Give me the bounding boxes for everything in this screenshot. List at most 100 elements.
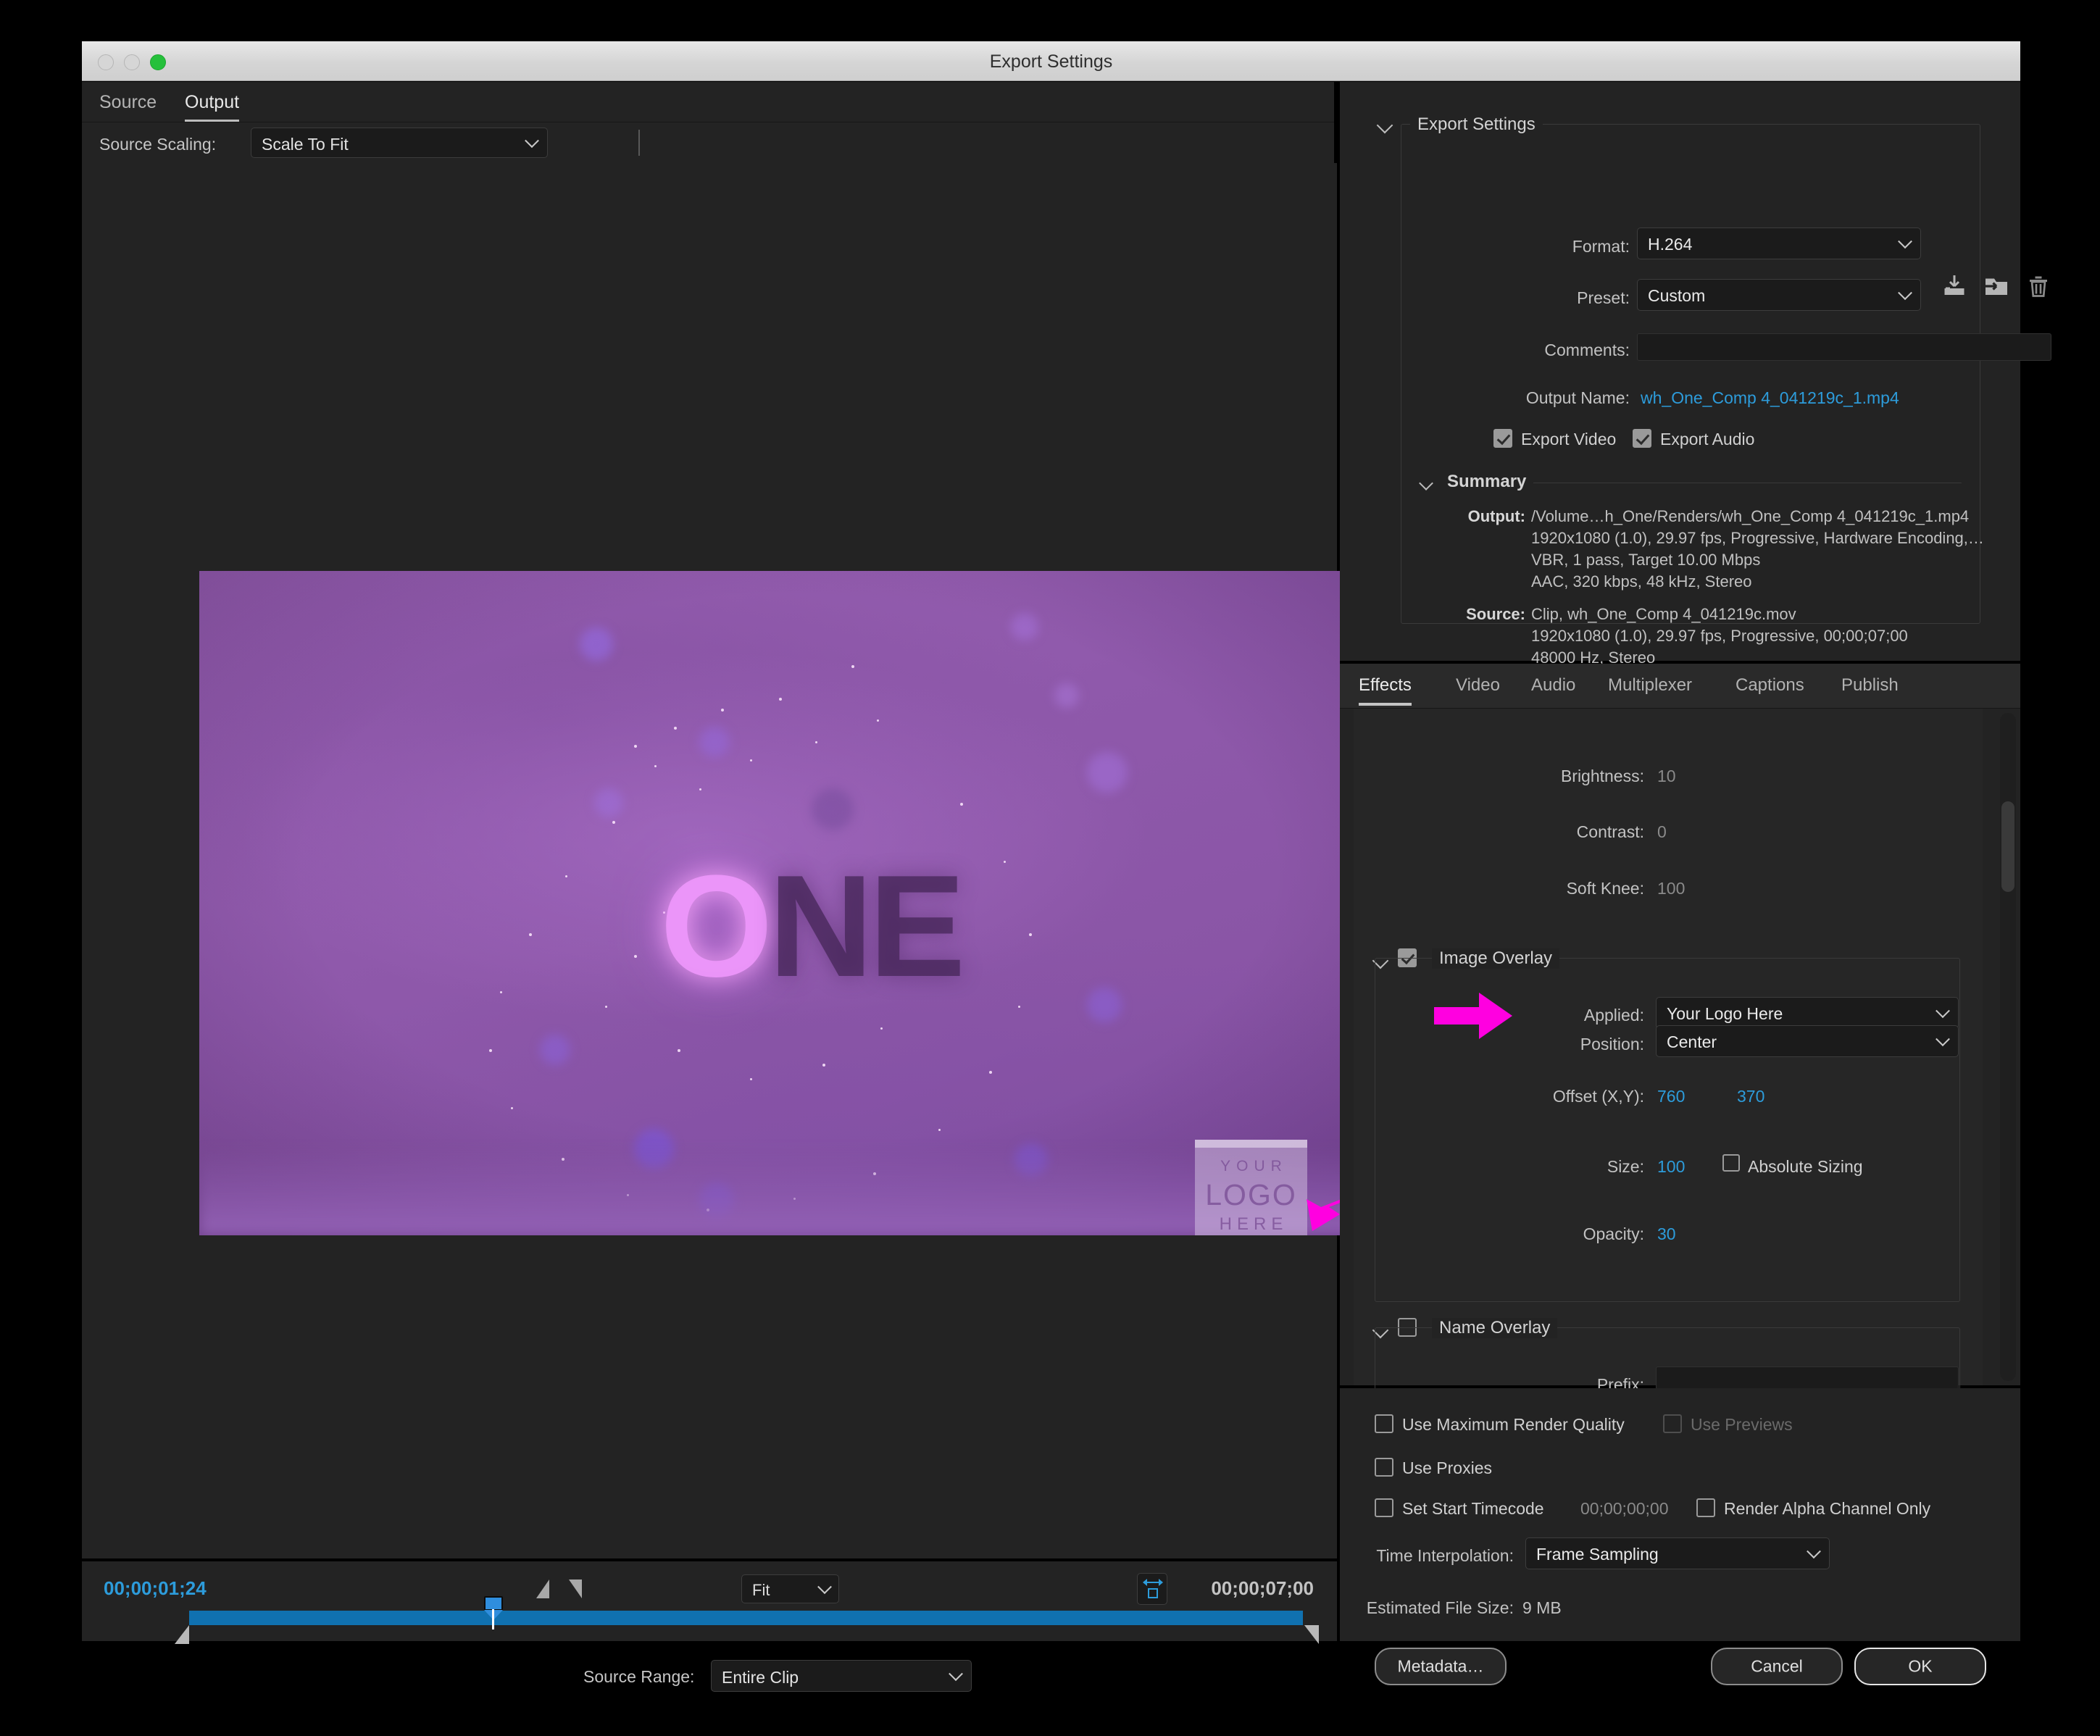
brightness-label: Brightness: xyxy=(1560,767,1644,785)
current-timecode[interactable]: 00;00;01;24 xyxy=(104,1577,207,1600)
export-settings-subpanel: Export Settings Format: H.264 Preset: Cu… xyxy=(1340,82,2051,667)
window-title: Export Settings xyxy=(989,51,1113,72)
render-options-subpanel: Use Maximum Render Quality Use Previews … xyxy=(1340,1388,2020,1685)
soft-knee-value[interactable]: 100 xyxy=(1657,879,1685,898)
summary-output-line: /Volume…h_One/Renders/wh_One_Comp 4_0412… xyxy=(1531,507,1970,525)
range-in-handle[interactable] xyxy=(175,1625,189,1644)
aspect-ratio-toggle-icon[interactable] xyxy=(1137,1573,1167,1605)
summary-title: Summary xyxy=(1440,472,1534,492)
opacity-value[interactable]: 30 xyxy=(1657,1224,1676,1244)
export-settings-group-title: Export Settings xyxy=(1410,114,1543,135)
export-video-checkbox[interactable] xyxy=(1493,429,1512,448)
preview-panel: Source Output Source Scaling: Scale To F… xyxy=(82,82,1395,1692)
contrast-value[interactable]: 0 xyxy=(1657,822,1667,842)
offset-x-value[interactable]: 760 xyxy=(1657,1087,1685,1106)
preset-label: Preset: xyxy=(1577,288,1630,307)
range-out-handle[interactable] xyxy=(1304,1625,1319,1644)
format-select[interactable]: H.264 xyxy=(1637,228,1921,259)
offset-label: Offset (X,Y): xyxy=(1552,1087,1644,1106)
absolute-sizing-checkbox[interactable] xyxy=(1722,1154,1740,1172)
format-value: H.264 xyxy=(1648,235,1693,254)
start-timecode-value[interactable]: 00;00;00;00 xyxy=(1580,1499,1669,1519)
mark-in-icon[interactable] xyxy=(536,1579,549,1598)
chevron-down-icon[interactable] xyxy=(1376,117,1393,134)
preview-zoom-select[interactable]: Fit xyxy=(741,1574,839,1603)
tab-output[interactable]: Output xyxy=(185,92,240,122)
brightness-value[interactable]: 10 xyxy=(1657,767,1676,786)
logo-line-2: LOGO xyxy=(1205,1178,1297,1211)
offset-y-value[interactable]: 370 xyxy=(1737,1087,1764,1106)
chevron-down-icon xyxy=(1898,234,1912,249)
format-label: Format: xyxy=(1572,237,1630,256)
tab-publish[interactable]: Publish xyxy=(1841,675,1899,703)
cancel-button-label: Cancel xyxy=(1751,1656,1803,1676)
cancel-button[interactable]: Cancel xyxy=(1711,1648,1843,1685)
chevron-down-icon xyxy=(1807,1544,1821,1559)
set-start-timecode-checkbox[interactable] xyxy=(1375,1498,1393,1517)
applied-value: Your Logo Here xyxy=(1667,1004,1783,1023)
metadata-button-label: Metadata… xyxy=(1397,1656,1484,1676)
size-value[interactable]: 100 xyxy=(1657,1157,1685,1177)
time-interpolation-select[interactable]: Frame Sampling xyxy=(1525,1537,1830,1569)
comments-input[interactable] xyxy=(1637,333,2051,361)
chevron-down-icon xyxy=(525,133,539,149)
applied-select[interactable]: Your Logo Here xyxy=(1656,997,1959,1029)
effects-scrollbar-thumb[interactable] xyxy=(2001,801,2014,892)
mark-out-icon[interactable] xyxy=(569,1579,582,1598)
preset-select[interactable]: Custom xyxy=(1637,279,1921,311)
chevron-down-icon xyxy=(1898,285,1912,301)
scrub-track[interactable] xyxy=(189,1611,1303,1625)
source-range-select[interactable]: Entire Clip xyxy=(711,1660,972,1692)
transport-bar: 00;00;01;24 Fit 00;00;07;00 Source Range… xyxy=(82,1558,1337,1692)
logo-line-3: HERE xyxy=(1219,1214,1288,1234)
comments-label: Comments: xyxy=(1544,341,1630,359)
position-label: Position: xyxy=(1580,1035,1644,1053)
tab-audio[interactable]: Audio xyxy=(1531,675,1575,703)
use-proxies-checkbox[interactable] xyxy=(1375,1458,1393,1477)
absolute-sizing-label: Absolute Sizing xyxy=(1748,1157,1863,1176)
window-titlebar: Export Settings xyxy=(82,41,2020,81)
ok-button[interactable]: OK xyxy=(1854,1648,1986,1685)
output-name-link[interactable]: wh_One_Comp 4_041219c_1.mp4 xyxy=(1641,388,1899,408)
source-scaling-select[interactable]: Scale To Fit xyxy=(251,128,548,158)
video-vignette xyxy=(199,571,1378,1235)
effects-scrollbar-track[interactable] xyxy=(2000,713,2016,1381)
chevron-down-icon xyxy=(949,1666,963,1682)
use-proxies-label: Use Proxies xyxy=(1402,1459,1492,1477)
time-interpolation-label: Time Interpolation: xyxy=(1376,1546,1514,1565)
source-scaling-label: Source Scaling: xyxy=(99,135,217,154)
tab-source[interactable]: Source xyxy=(99,92,157,120)
image-overlay-logo: YOUR LOGO HERE xyxy=(1195,1140,1307,1235)
toolbar-divider xyxy=(638,130,640,156)
use-max-render-quality-checkbox[interactable] xyxy=(1375,1414,1393,1433)
playhead-handle[interactable] xyxy=(484,1596,503,1629)
use-previews-checkbox[interactable] xyxy=(1663,1414,1682,1433)
estimated-file-size-label: Estimated File Size: xyxy=(1366,1598,1514,1617)
name-overlay-group-title: Name Overlay xyxy=(1432,1318,1558,1338)
summary-output-key: Output: xyxy=(1467,507,1525,525)
duration-timecode: 00;00;07;00 xyxy=(1211,1577,1314,1599)
tab-effects[interactable]: Effects xyxy=(1359,675,1412,706)
export-video-label: Export Video xyxy=(1521,430,1617,448)
source-range-label: Source Range: xyxy=(583,1667,695,1686)
delete-preset-icon[interactable] xyxy=(2025,273,2051,299)
position-select[interactable]: Center xyxy=(1656,1025,1959,1057)
summary-source-key: Source: xyxy=(1466,605,1525,623)
video-preview-frame[interactable]: OONENE YOUR LOGO HERE xyxy=(199,571,1378,1235)
tab-multiplexer[interactable]: Multiplexer xyxy=(1608,675,1692,703)
effects-tabbar: Effects Video Audio Multiplexer Captions… xyxy=(1340,664,2020,709)
export-audio-label: Export Audio xyxy=(1660,430,1755,448)
summary-source-line: 1920x1080 (1.0), 29.97 fps, Progressive,… xyxy=(1531,627,1908,645)
source-scaling-row: Source Scaling: Scale To Fit xyxy=(82,122,1334,163)
import-preset-icon[interactable] xyxy=(1983,273,2009,299)
tab-video[interactable]: Video xyxy=(1456,675,1500,703)
render-alpha-only-checkbox[interactable] xyxy=(1696,1498,1715,1517)
size-label: Size: xyxy=(1607,1157,1644,1176)
logo-line-1: YOUR xyxy=(1220,1158,1288,1174)
save-preset-icon[interactable] xyxy=(1941,273,1967,299)
source-scaling-value: Scale To Fit xyxy=(262,135,349,154)
tab-captions[interactable]: Captions xyxy=(1736,675,1804,703)
export-audio-checkbox[interactable] xyxy=(1633,429,1651,448)
preview-tabbar: Source Output xyxy=(82,82,1334,122)
metadata-button[interactable]: Metadata… xyxy=(1375,1648,1507,1685)
